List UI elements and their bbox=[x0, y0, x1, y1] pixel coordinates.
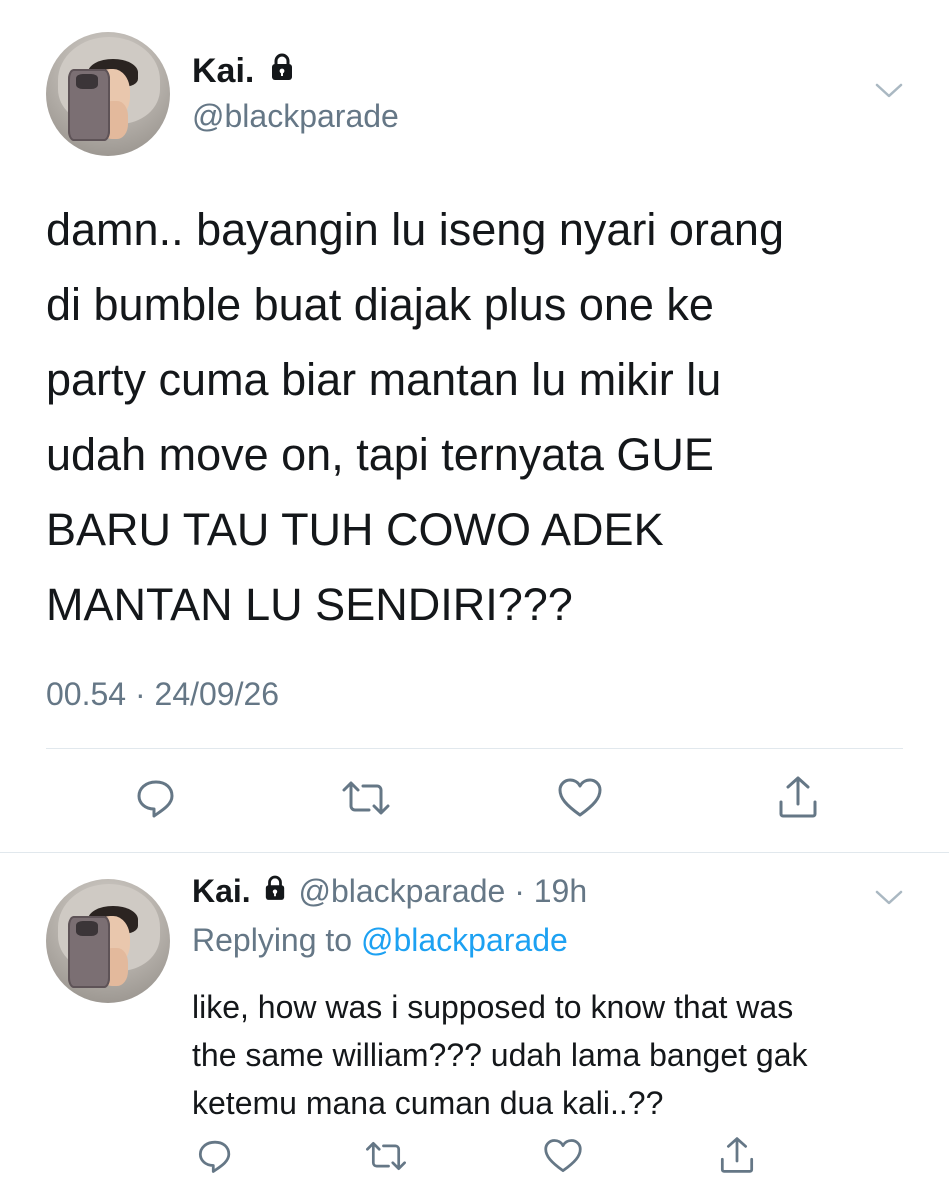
reply-icon[interactable] bbox=[196, 1137, 234, 1180]
timestamp[interactable]: 00.54 · 24/09/26 bbox=[46, 676, 279, 713]
reply-header: Kai. @blackparade · 19h bbox=[192, 873, 587, 910]
replying-to: Replying to @blackparade bbox=[192, 922, 568, 959]
reply-display-name[interactable]: Kai. bbox=[192, 873, 251, 909]
reply-tweet[interactable]: Kai. @blackparade · 19h Replying to @bla… bbox=[0, 853, 949, 1200]
display-name[interactable]: Kai. bbox=[192, 52, 294, 91]
reply-handle[interactable]: @blackparade bbox=[298, 873, 505, 909]
reply-time[interactable]: · 19h bbox=[514, 873, 587, 909]
lock-icon bbox=[264, 872, 286, 909]
retweet-icon[interactable] bbox=[364, 1137, 408, 1180]
reply-text: like, how was i supposed to know that wa… bbox=[192, 989, 808, 1121]
display-name-text: Kai. bbox=[192, 52, 255, 90]
tweet-text: damn.. bayangin lu iseng nyari orang di … bbox=[46, 204, 784, 630]
handle[interactable]: @blackparade bbox=[192, 98, 399, 135]
replying-to-link[interactable]: @blackparade bbox=[361, 922, 568, 958]
divider bbox=[46, 748, 903, 749]
reply-icon[interactable] bbox=[134, 776, 178, 825]
lock-icon bbox=[270, 51, 294, 90]
share-icon[interactable] bbox=[718, 1135, 756, 1180]
retweet-icon[interactable] bbox=[340, 776, 392, 825]
reply-avatar[interactable] bbox=[46, 879, 170, 1003]
avatar[interactable] bbox=[46, 32, 170, 156]
chevron-down-icon[interactable] bbox=[874, 80, 904, 105]
replying-to-label: Replying to bbox=[192, 922, 353, 958]
main-tweet: Kai. @blackparade damn.. bayangin lu ise… bbox=[0, 0, 949, 852]
like-icon[interactable] bbox=[556, 776, 604, 825]
chevron-down-icon[interactable] bbox=[874, 887, 904, 912]
share-icon[interactable] bbox=[776, 774, 820, 825]
like-icon[interactable] bbox=[542, 1137, 584, 1180]
